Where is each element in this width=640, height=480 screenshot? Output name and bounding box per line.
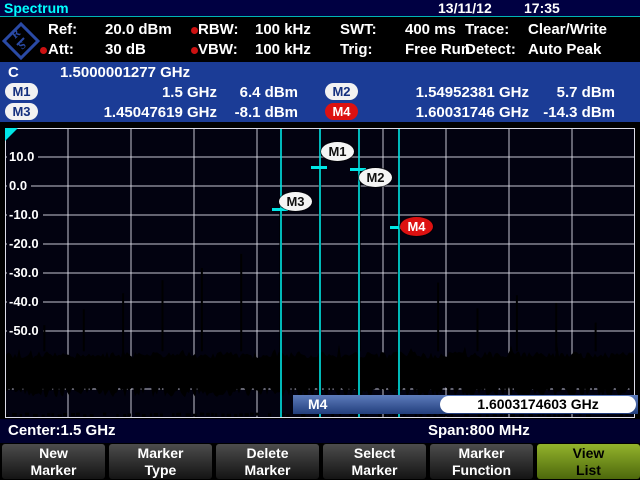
softkey-marker-type[interactable]: MarkerType <box>109 444 212 479</box>
softkey-label-line2: Function <box>430 462 533 478</box>
marker-frequency-value: 1.5 GHz <box>40 84 217 101</box>
peak-spike <box>240 254 242 351</box>
marker-flag-m1: M1 <box>321 142 354 161</box>
marker-badge-m2: M2 <box>325 83 358 100</box>
marker-level-value: 6.4 dBm <box>217 84 298 101</box>
marker-frequency-value: 1.45047619 GHz <box>40 104 217 121</box>
marker-entry-label: M4 <box>308 396 327 412</box>
center-freq-value: 1.5000001277 GHz <box>60 64 190 81</box>
peak-spike <box>437 283 439 352</box>
softkey-label-line2: Marker <box>216 462 319 478</box>
rs-logo-icon: R S <box>1 20 41 62</box>
span-readout: Span:800 MHz <box>428 422 530 439</box>
active-setting-dot-icon <box>191 27 198 34</box>
center-freq-label: C <box>8 64 19 81</box>
status-bar: Center:1.5 GHz Span:800 MHz <box>0 419 640 443</box>
center-frequency-readout: Center:1.5 GHz <box>8 422 116 439</box>
setting-value: 20.0 dBm <box>105 21 172 38</box>
marker-badge-m1: M1 <box>5 83 38 100</box>
peak-spike <box>595 323 597 352</box>
softkey-bar: NewMarkerMarkerTypeDeleteMarkerSelectMar… <box>0 443 640 480</box>
softkey-label-line1: View <box>537 445 640 461</box>
setting-label: SWT: <box>340 21 377 38</box>
spectrum-analyzer-screen: Spectrum 13/11/12 17:35 R S Ref: 20.0 dBm… <box>0 0 640 480</box>
softkey-new-marker[interactable]: NewMarker <box>2 444 105 479</box>
softkey-view-list[interactable]: ViewList <box>537 444 640 479</box>
marker-badge-m4: M4 <box>325 103 358 120</box>
setting-label: Trace: <box>465 21 509 38</box>
marker-position-dash-m1 <box>311 166 327 169</box>
softkey-label-line1: Select <box>323 445 426 461</box>
marker-flag-m3: M3 <box>279 192 312 211</box>
softkey-label-line1: Marker <box>109 445 212 461</box>
trace-corner-icon <box>5 128 18 141</box>
setting-label: Detect: <box>465 41 516 58</box>
marker-level-value: -8.1 dBm <box>217 104 298 121</box>
peak-spike <box>555 303 557 351</box>
marker-frequency-value: 1.54952381 GHz <box>360 84 529 101</box>
softkey-label-line2: Marker <box>323 462 426 478</box>
softkey-label-line2: List <box>537 462 640 478</box>
setting-value: Auto Peak <box>528 41 601 58</box>
peak-spike <box>201 268 203 351</box>
peak-spike <box>83 309 85 351</box>
time-label: 17:35 <box>524 0 560 16</box>
marker-level-value: -14.3 dBm <box>529 104 615 121</box>
marker-table: C 1.5000001277 GHz M11.5 GHz6.4 dBm M21.5… <box>0 62 640 122</box>
setting-value: 400 ms <box>405 21 456 38</box>
softkey-label-line1: New <box>2 445 105 461</box>
y-axis-tick-label: -50.0 <box>7 323 43 338</box>
setting-value: 100 kHz <box>255 41 311 58</box>
setting-value: Free Run <box>405 41 470 58</box>
spectrum-trace-canvas <box>5 128 635 418</box>
peak-spike <box>162 280 164 351</box>
y-axis-tick-label: 10.0 <box>7 149 38 164</box>
softkey-select-marker[interactable]: SelectMarker <box>323 444 426 479</box>
marker-flag-m4: M4 <box>400 217 433 236</box>
setting-label: RBW: <box>198 21 239 38</box>
mode-label: Spectrum <box>4 0 69 16</box>
active-setting-dot-icon <box>40 47 47 54</box>
setting-value: Clear/Write <box>528 21 607 38</box>
setting-label: Trig: <box>340 41 373 58</box>
softkey-label-line1: Delete <box>216 445 319 461</box>
active-setting-dot-icon <box>191 47 198 54</box>
setting-value: 100 kHz <box>255 21 311 38</box>
peak-spike <box>43 325 45 351</box>
marker-frequency-value: 1.60031746 GHz <box>360 104 529 121</box>
y-axis-tick-label: -30.0 <box>7 265 43 280</box>
setting-label: Ref: <box>48 21 77 38</box>
y-axis-tick-label: -10.0 <box>7 207 43 222</box>
peak-spike <box>477 308 479 351</box>
setting-label: Att: <box>48 41 74 58</box>
date-label: 13/11/12 <box>438 0 492 16</box>
peak-spike <box>122 293 124 351</box>
marker-badge-m3: M3 <box>5 103 38 120</box>
softkey-label-line2: Type <box>109 462 212 478</box>
marker-entry-bar: M4 1.6003174603 GHz <box>293 395 638 414</box>
peak-spike <box>516 295 518 351</box>
y-axis-tick-label: 0.0 <box>7 178 31 193</box>
setting-label: VBW: <box>198 41 238 58</box>
title-bar: Spectrum 13/11/12 17:35 <box>0 0 640 17</box>
marker-level-value: 5.7 dBm <box>529 84 615 101</box>
y-axis-tick-label: -40.0 <box>7 294 43 309</box>
marker-flag-m2: M2 <box>359 168 392 187</box>
softkey-marker-function[interactable]: MarkerFunction <box>430 444 533 479</box>
softkey-label-line1: Marker <box>430 445 533 461</box>
softkey-label-line2: Marker <box>2 462 105 478</box>
spectrum-plot: 10.0 0.0 -10.0 -20.0 -30.0 -40.0 -50.0 M1 M2 M3 M… <box>5 128 635 418</box>
softkey-delete-marker[interactable]: DeleteMarker <box>216 444 319 479</box>
marker-frequency-input[interactable]: 1.6003174603 GHz <box>440 396 636 413</box>
settings-bar: R S Ref: 20.0 dBm Att: 30 dB RBW: 100 kHz VBW:… <box>0 17 640 62</box>
setting-value: 30 dB <box>105 41 146 58</box>
y-axis-tick-label: -20.0 <box>7 236 43 251</box>
